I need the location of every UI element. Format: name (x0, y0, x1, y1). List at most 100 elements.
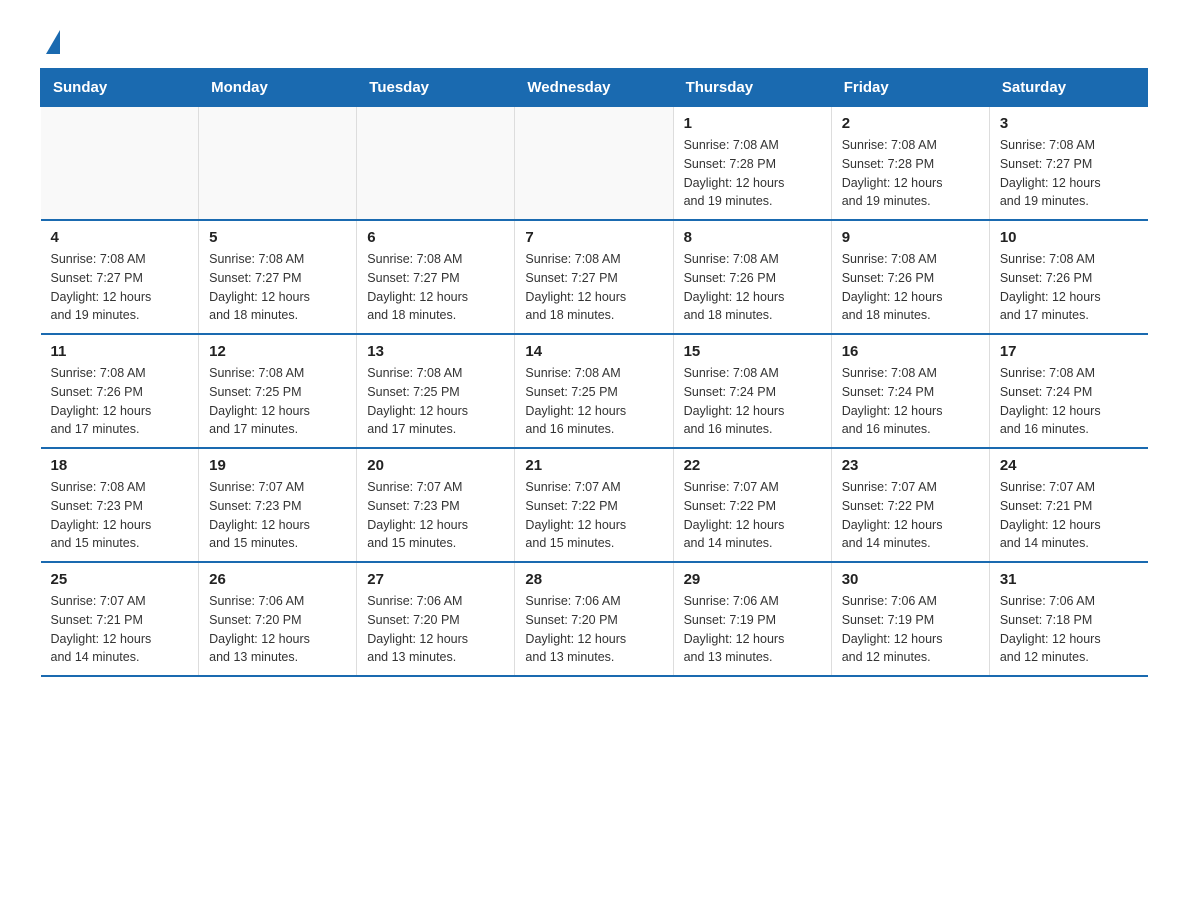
calendar-cell: 28 Sunrise: 7:06 AM Sunset: 7:20 PM Dayli… (515, 562, 673, 676)
day-number: 7 (525, 229, 662, 246)
day-info: Sunrise: 7:08 AM Sunset: 7:23 PM Dayligh… (51, 478, 189, 553)
day-number: 15 (684, 343, 821, 360)
day-number: 28 (525, 571, 662, 588)
day-number: 6 (367, 229, 504, 246)
day-number: 13 (367, 343, 504, 360)
header-sunday: Sunday (41, 69, 199, 107)
week-row-5: 25 Sunrise: 7:07 AM Sunset: 7:21 PM Dayli… (41, 562, 1148, 676)
day-number: 26 (209, 571, 346, 588)
day-number: 18 (51, 457, 189, 474)
calendar-cell: 22 Sunrise: 7:07 AM Sunset: 7:22 PM Dayli… (673, 448, 831, 562)
day-number: 22 (684, 457, 821, 474)
calendar-header-row: SundayMondayTuesdayWednesdayThursdayFrid… (41, 69, 1148, 107)
day-number: 4 (51, 229, 189, 246)
calendar-cell: 12 Sunrise: 7:08 AM Sunset: 7:25 PM Dayli… (199, 334, 357, 448)
calendar-cell: 1Sunrise: 7:08 AM Sunset: 7:28 PM Daylig… (673, 107, 831, 221)
calendar-cell: 4 Sunrise: 7:08 AM Sunset: 7:27 PM Daylig… (41, 220, 199, 334)
day-info: Sunrise: 7:06 AM Sunset: 7:19 PM Dayligh… (684, 592, 821, 667)
calendar-cell: 23Sunrise: 7:07 AM Sunset: 7:22 PM Dayli… (831, 448, 989, 562)
header-tuesday: Tuesday (357, 69, 515, 107)
day-number: 1 (684, 115, 821, 132)
day-number: 16 (842, 343, 979, 360)
calendar-cell: 27Sunrise: 7:06 AM Sunset: 7:20 PM Dayli… (357, 562, 515, 676)
calendar-cell: 16 Sunrise: 7:08 AM Sunset: 7:24 PM Dayli… (831, 334, 989, 448)
day-info: Sunrise: 7:08 AM Sunset: 7:24 PM Dayligh… (684, 364, 821, 439)
day-info: Sunrise: 7:07 AM Sunset: 7:21 PM Dayligh… (1000, 478, 1138, 553)
header-saturday: Saturday (989, 69, 1147, 107)
day-info: Sunrise: 7:06 AM Sunset: 7:19 PM Dayligh… (842, 592, 979, 667)
calendar-cell: 3 Sunrise: 7:08 AM Sunset: 7:27 PM Daylig… (989, 107, 1147, 221)
day-info: Sunrise: 7:08 AM Sunset: 7:25 PM Dayligh… (367, 364, 504, 439)
calendar-cell: 6 Sunrise: 7:08 AM Sunset: 7:27 PM Daylig… (357, 220, 515, 334)
day-number: 10 (1000, 229, 1138, 246)
day-number: 17 (1000, 343, 1138, 360)
day-number: 31 (1000, 571, 1138, 588)
day-number: 3 (1000, 115, 1138, 132)
calendar-cell: 31Sunrise: 7:06 AM Sunset: 7:18 PM Dayli… (989, 562, 1147, 676)
day-info: Sunrise: 7:08 AM Sunset: 7:27 PM Dayligh… (209, 250, 346, 325)
day-info: Sunrise: 7:08 AM Sunset: 7:28 PM Dayligh… (842, 136, 979, 211)
day-info: Sunrise: 7:08 AM Sunset: 7:26 PM Dayligh… (51, 364, 189, 439)
day-number: 19 (209, 457, 346, 474)
page-header (40, 30, 1148, 52)
day-info: Sunrise: 7:08 AM Sunset: 7:24 PM Dayligh… (842, 364, 979, 439)
day-number: 11 (51, 343, 189, 360)
day-info: Sunrise: 7:06 AM Sunset: 7:20 PM Dayligh… (525, 592, 662, 667)
day-number: 2 (842, 115, 979, 132)
calendar-cell: 30 Sunrise: 7:06 AM Sunset: 7:19 PM Dayli… (831, 562, 989, 676)
day-info: Sunrise: 7:06 AM Sunset: 7:20 PM Dayligh… (367, 592, 504, 667)
calendar-cell: 11 Sunrise: 7:08 AM Sunset: 7:26 PM Dayli… (41, 334, 199, 448)
day-info: Sunrise: 7:08 AM Sunset: 7:26 PM Dayligh… (1000, 250, 1138, 325)
day-number: 12 (209, 343, 346, 360)
day-number: 5 (209, 229, 346, 246)
day-info: Sunrise: 7:08 AM Sunset: 7:25 PM Dayligh… (525, 364, 662, 439)
calendar-cell: 2 Sunrise: 7:08 AM Sunset: 7:28 PM Daylig… (831, 107, 989, 221)
week-row-2: 4 Sunrise: 7:08 AM Sunset: 7:27 PM Daylig… (41, 220, 1148, 334)
day-info: Sunrise: 7:07 AM Sunset: 7:23 PM Dayligh… (367, 478, 504, 553)
header-monday: Monday (199, 69, 357, 107)
day-number: 14 (525, 343, 662, 360)
header-friday: Friday (831, 69, 989, 107)
calendar-cell (199, 107, 357, 221)
day-number: 8 (684, 229, 821, 246)
header-wednesday: Wednesday (515, 69, 673, 107)
calendar-cell: 5 Sunrise: 7:08 AM Sunset: 7:27 PM Daylig… (199, 220, 357, 334)
day-number: 21 (525, 457, 662, 474)
day-info: Sunrise: 7:08 AM Sunset: 7:27 PM Dayligh… (367, 250, 504, 325)
day-info: Sunrise: 7:08 AM Sunset: 7:27 PM Dayligh… (1000, 136, 1138, 211)
day-number: 30 (842, 571, 979, 588)
calendar-cell: 24 Sunrise: 7:07 AM Sunset: 7:21 PM Dayli… (989, 448, 1147, 562)
calendar-cell: 19 Sunrise: 7:07 AM Sunset: 7:23 PM Dayli… (199, 448, 357, 562)
calendar-cell: 7Sunrise: 7:08 AM Sunset: 7:27 PM Daylig… (515, 220, 673, 334)
calendar-cell: 21 Sunrise: 7:07 AM Sunset: 7:22 PM Dayli… (515, 448, 673, 562)
calendar-cell (41, 107, 199, 221)
day-number: 23 (842, 457, 979, 474)
day-info: Sunrise: 7:08 AM Sunset: 7:24 PM Dayligh… (1000, 364, 1138, 439)
calendar-cell: 15 Sunrise: 7:08 AM Sunset: 7:24 PM Dayli… (673, 334, 831, 448)
day-info: Sunrise: 7:08 AM Sunset: 7:26 PM Dayligh… (684, 250, 821, 325)
calendar-cell: 14 Sunrise: 7:08 AM Sunset: 7:25 PM Dayli… (515, 334, 673, 448)
calendar-cell: 20Sunrise: 7:07 AM Sunset: 7:23 PM Dayli… (357, 448, 515, 562)
header-thursday: Thursday (673, 69, 831, 107)
day-info: Sunrise: 7:08 AM Sunset: 7:27 PM Dayligh… (51, 250, 189, 325)
calendar-cell: 29 Sunrise: 7:06 AM Sunset: 7:19 PM Dayli… (673, 562, 831, 676)
day-number: 25 (51, 571, 189, 588)
day-number: 24 (1000, 457, 1138, 474)
day-info: Sunrise: 7:07 AM Sunset: 7:22 PM Dayligh… (684, 478, 821, 553)
calendar-cell: 9Sunrise: 7:08 AM Sunset: 7:26 PM Daylig… (831, 220, 989, 334)
calendar-cell: 25 Sunrise: 7:07 AM Sunset: 7:21 PM Dayli… (41, 562, 199, 676)
calendar-cell (357, 107, 515, 221)
calendar-cell: 26Sunrise: 7:06 AM Sunset: 7:20 PM Dayli… (199, 562, 357, 676)
logo (40, 30, 66, 52)
day-info: Sunrise: 7:07 AM Sunset: 7:22 PM Dayligh… (525, 478, 662, 553)
day-info: Sunrise: 7:07 AM Sunset: 7:23 PM Dayligh… (209, 478, 346, 553)
calendar-cell (515, 107, 673, 221)
calendar-table: SundayMondayTuesdayWednesdayThursdayFrid… (40, 68, 1148, 677)
day-number: 29 (684, 571, 821, 588)
logo-triangle-icon (46, 30, 60, 54)
day-info: Sunrise: 7:07 AM Sunset: 7:21 PM Dayligh… (51, 592, 189, 667)
calendar-cell: 10 Sunrise: 7:08 AM Sunset: 7:26 PM Dayli… (989, 220, 1147, 334)
calendar-cell: 13 Sunrise: 7:08 AM Sunset: 7:25 PM Dayli… (357, 334, 515, 448)
day-info: Sunrise: 7:08 AM Sunset: 7:26 PM Dayligh… (842, 250, 979, 325)
day-info: Sunrise: 7:08 AM Sunset: 7:25 PM Dayligh… (209, 364, 346, 439)
